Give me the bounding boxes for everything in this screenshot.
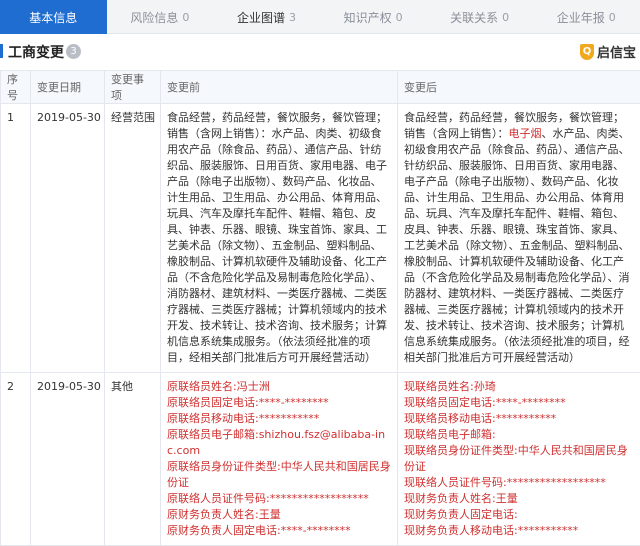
tab-enterprise-graph[interactable]: 企业图谱 3	[213, 0, 320, 34]
before-line: 原联络员移动电话:***********	[167, 411, 391, 427]
section-count-badge: 3	[66, 44, 81, 59]
before-line: 原联络员姓名:冯士洲	[167, 379, 391, 395]
brand-name: 启信宝	[597, 42, 636, 61]
row-item: 其他	[105, 373, 161, 546]
col-header-date: 变更日期	[31, 71, 105, 104]
row-before: 原联络员姓名:冯士洲 原联络员固定电话:****-******** 原联络员移动…	[161, 373, 398, 546]
change-table: 序号 变更日期 变更事项 变更前 变更后 1 2019-05-30 经营范围 食…	[0, 70, 640, 546]
tab-label: 基本信息	[29, 9, 77, 26]
tab-label: 风险信息	[130, 9, 178, 26]
tab-count: 0	[502, 11, 509, 24]
col-header-before: 变更前	[161, 71, 398, 104]
before-line: 原联络员电子邮箱:shizhou.fsz@alibaba-inc.com	[167, 427, 391, 459]
before-line: 原财务负责人固定电话:****-********	[167, 523, 391, 539]
tab-label: 企业图谱	[237, 9, 285, 26]
after-line: 现财务负责人姓名:王量	[404, 491, 634, 507]
row-after: 食品经营，药品经营，餐饮服务，餐饮管理；销售（含网上销售）：电子烟、水产品、肉类…	[398, 104, 640, 373]
tab-basic-info[interactable]: 基本信息	[0, 0, 107, 34]
table-row: 2 2019-05-30 其他 原联络员姓名:冯士洲 原联络员固定电话:****…	[1, 373, 640, 546]
tab-count: 0	[396, 11, 403, 24]
tab-count: 3	[289, 11, 296, 24]
table-header-row: 序号 变更日期 变更事项 变更前 变更后	[1, 71, 640, 104]
row-index: 2	[1, 373, 31, 546]
section-header: 工商变更 3 Q 启信宝	[0, 38, 640, 64]
after-line: 现联络员姓名:孙琦	[404, 379, 634, 395]
tab-ip[interactable]: 知识产权 0	[320, 0, 427, 34]
row-date: 2019-05-30	[31, 104, 105, 373]
col-header-after: 变更后	[398, 71, 640, 104]
after-line: 现联络员固定电话:****-********	[404, 395, 634, 411]
after-line: 现财务负责人移动电话:***********	[404, 523, 634, 539]
after-line: 现联络员电子邮箱:	[404, 427, 634, 443]
section-title: 工商变更	[8, 42, 64, 62]
tab-count: 0	[182, 11, 189, 24]
table-row: 1 2019-05-30 经营范围 食品经营，药品经营，餐饮服务，餐饮管理；销售…	[1, 104, 640, 373]
section-accent-bar	[0, 44, 3, 58]
row-index: 1	[1, 104, 31, 373]
col-header-item: 变更事项	[105, 71, 161, 104]
tab-label: 企业年报	[557, 9, 605, 26]
before-line: 原财务负责人姓名:王量	[167, 507, 391, 523]
shield-logo-icon: Q	[580, 44, 594, 60]
before-line: 原联络员固定电话:****-********	[167, 395, 391, 411]
before-line: 原联络人员证件号码:******************	[167, 491, 391, 507]
row-item: 经营范围	[105, 104, 161, 373]
after-line: 现联络员移动电话:***********	[404, 411, 634, 427]
tab-risk-info[interactable]: 风险信息 0	[107, 0, 214, 34]
tab-label: 关联关系	[450, 9, 498, 26]
row-date: 2019-05-30	[31, 373, 105, 546]
tab-annual-report[interactable]: 企业年报 0	[533, 0, 640, 34]
row-before: 食品经营，药品经营，餐饮服务，餐饮管理；销售（含网上销售）：水产品、肉类、初级食…	[161, 104, 398, 373]
tab-count: 0	[609, 11, 616, 24]
row-after: 现联络员姓名:孙琦 现联络员固定电话:****-******** 现联络员移动电…	[398, 373, 640, 546]
tab-bar: 基本信息 风险信息 0 企业图谱 3 知识产权 0 关联关系 0 企业年报 0	[0, 0, 640, 34]
after-line: 现联络人员证件号码:******************	[404, 475, 634, 491]
after-line: 现联络员身份证件类型:中华人民共和国居民身份证	[404, 443, 634, 475]
brand-logo: Q 启信宝	[580, 42, 636, 61]
tab-label: 知识产权	[344, 9, 392, 26]
tab-relations[interactable]: 关联关系 0	[426, 0, 533, 34]
after-line: 现财务负责人固定电话:	[404, 507, 634, 523]
col-header-index: 序号	[1, 71, 31, 104]
before-line: 原联络员身份证件类型:中华人民共和国居民身份证	[167, 459, 391, 491]
after-text-post: 、水产品、肉类、初级食用农产品（除食品、药品）、通信产品、针纺织品、服装服饰、日…	[404, 127, 630, 364]
after-text-highlight: 电子烟	[509, 127, 542, 140]
